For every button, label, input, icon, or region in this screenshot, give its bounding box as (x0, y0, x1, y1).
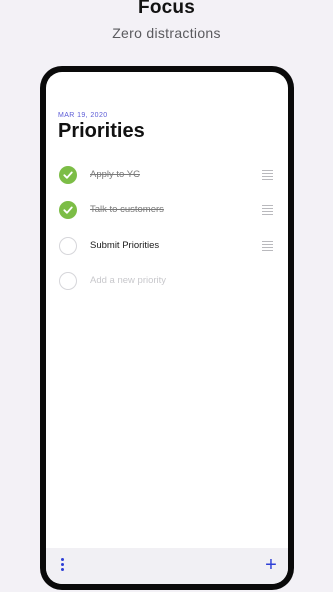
item-label: Talk to customers (90, 204, 164, 216)
new-priority-row[interactable]: Add a new priority (46, 264, 288, 299)
drag-handle-icon[interactable] (262, 240, 273, 253)
drag-handle-icon[interactable] (262, 205, 273, 217)
list-item[interactable]: Talk to customers (46, 193, 288, 228)
item-label: Submit Priorities (90, 239, 160, 251)
hero-subtitle: Zero distractions (112, 25, 221, 41)
app-screen: MAR 19, 2020 Priorities Apply to YC Talk… (46, 72, 288, 584)
check-icon[interactable] (59, 166, 77, 184)
check-icon[interactable] (59, 201, 77, 220)
date-label: MAR 19, 2020 (58, 112, 108, 119)
drag-handle-icon[interactable] (262, 170, 273, 182)
phone-frame: MAR 19, 2020 Priorities Apply to YC Talk… (40, 66, 294, 590)
hero-title: Focus (138, 0, 195, 18)
checkbox-empty-icon[interactable] (59, 236, 77, 255)
more-vertical-icon[interactable] (58, 558, 66, 574)
add-button[interactable]: + (262, 554, 280, 576)
priority-list: Apply to YC Talk to customers Submit Pri… (46, 158, 288, 299)
page-title: Priorities (58, 120, 145, 142)
checkbox-empty-icon (59, 271, 77, 290)
item-label: Apply to YC (90, 169, 140, 180)
list-item[interactable]: Apply to YC (46, 158, 288, 193)
list-item[interactable]: Submit Priorities (46, 229, 288, 264)
new-priority-input[interactable]: Add a new priority (90, 275, 166, 286)
bottom-toolbar: + (46, 548, 288, 584)
